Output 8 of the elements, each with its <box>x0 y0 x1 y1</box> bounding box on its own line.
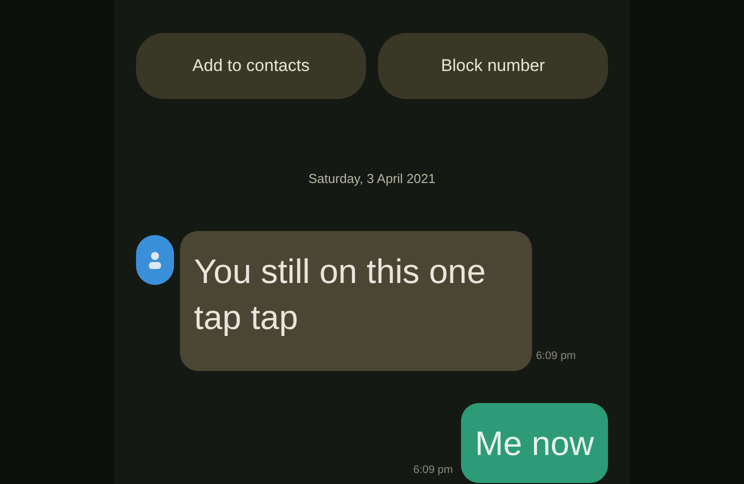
message-bubble: Me now <box>460 402 608 482</box>
message-time: 6:09 pm <box>536 349 576 364</box>
action-button[interactable]: Add to contacts <box>136 33 366 99</box>
message-time: 6:09 pm <box>413 463 453 478</box>
action-button[interactable]: Block number <box>378 33 608 99</box>
message-bubble: You still on this one tap tap <box>180 230 532 370</box>
avatar-icon <box>136 234 174 284</box>
date-label: Saturday, 3 April 2021 <box>308 170 436 188</box>
